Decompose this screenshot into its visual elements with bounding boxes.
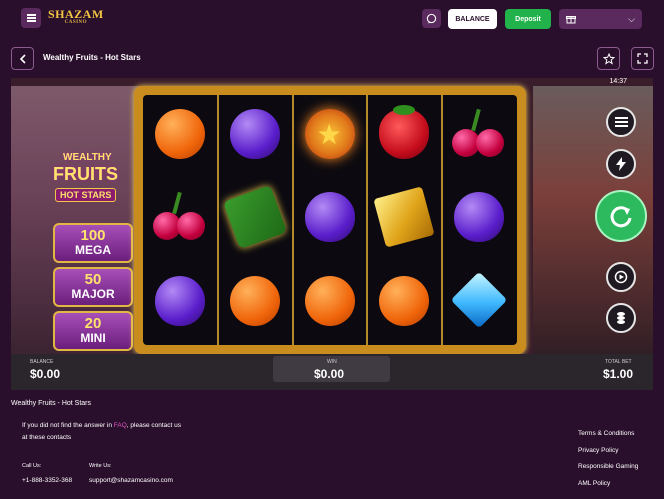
reel-cell [143,262,217,345]
logo-text: SHAZAM [48,7,104,21]
lightning-icon [616,157,626,171]
jackpot-name: MEGA [75,243,111,257]
faq-text-before: If you did not find the answer in [22,422,114,429]
orange-symbol [304,275,355,326]
coins-icon [617,312,625,324]
logo-line-2: FRUITS [53,164,118,184]
faq-note: If you did not find the answer in FAQ, p… [22,420,182,444]
autoplay-button[interactable] [606,262,636,292]
footer-links: Terms & Conditions Privacy Policy Respon… [578,430,638,497]
hamburger-icon [26,17,36,19]
top-bar: SHAZAM CASINO BALANCE Deposit ⌵ [0,0,664,38]
gold-symbol [373,186,436,248]
jackpot-amount: 20 [84,315,102,332]
reel-cell [442,262,516,345]
cherry-symbol [153,192,205,242]
phone-link[interactable]: +1-888-3352-368 [22,477,72,484]
strawberry-symbol [379,105,430,159]
reel-cell [143,95,217,178]
write-us-label: Write Us: [89,463,112,469]
game-frame[interactable]: 14:37 WEALTHY FRUITS HOT STARS 100 MEGA … [11,78,653,390]
total-bet-label: TOTAL BET [605,359,632,365]
star-icon [602,52,615,65]
autoplay-icon [614,270,628,284]
orange-symbol [155,109,205,159]
win-value: $0.00 [314,367,345,381]
plum-symbol [155,275,205,326]
chat-button[interactable] [422,9,441,28]
reel-cell [218,95,292,178]
plum-symbol [454,192,505,243]
balance-button[interactable]: BALANCE [448,9,497,29]
reel-cell [442,178,516,261]
total-bet-value: $1.00 [603,367,634,381]
chat-icon [426,13,437,24]
menu-button[interactable] [21,8,41,28]
jackpot-mega: 100 MEGA [53,223,133,263]
reel-cell [218,262,292,345]
fullscreen-button[interactable] [631,47,654,70]
back-button[interactable] [11,47,34,70]
cherry-symbol [452,108,505,159]
reel-frame: ★ [134,86,526,354]
logo-line-3: HOT STARS [55,188,117,202]
hamburger-icon [614,121,628,123]
orange-symbol [379,275,430,326]
reel-cell [442,95,516,178]
chevron-left-icon [19,53,26,64]
win-label: WIN [327,359,337,365]
balance-label: BALANCE [30,359,54,365]
aml-link[interactable]: AML Policy [578,480,638,497]
reel-cell: ★ [293,95,367,178]
reel-cell [218,178,292,261]
terms-link[interactable]: Terms & Conditions [578,430,638,447]
reel-cell [293,262,367,345]
deposit-button[interactable]: Deposit [505,9,551,29]
reel-cell [367,262,441,345]
turbo-button[interactable] [606,149,636,179]
reel-cell [367,178,441,261]
jackpot-amount: 50 [84,271,102,288]
faq-link[interactable]: FAQ [114,422,127,429]
balance-value: $0.00 [30,367,61,381]
game-info-bar: BALANCE $0.00 WIN $0.00 TOTAL BET $1.00 [11,354,653,390]
reel-cell [367,95,441,178]
game-clock: 14:37 [609,78,627,85]
jackpot-amount: 100 [80,227,106,244]
bet-button[interactable] [606,303,636,333]
game-header: Wealthy Fruits - Hot Stars [0,43,664,73]
privacy-link[interactable]: Privacy Policy [578,447,638,464]
casino-logo[interactable]: SHAZAM CASINO [48,7,104,25]
jackpot-mini: 20 MINI [53,311,133,351]
diamond-symbol [450,271,508,328]
win-box: WIN $0.00 [273,356,390,382]
email-link[interactable]: support@shazamcasino.com [89,477,173,484]
account-dropdown[interactable]: ⌵ [559,9,642,29]
reel-cell [143,178,217,261]
chevron-down-icon: ⌵ [628,14,635,24]
game-logo: WEALTHY FRUITS HOT STARS [51,140,131,210]
spin-arrow-icon [610,206,632,228]
game-menu-button[interactable] [606,107,636,137]
call-us-label: Call Us: [22,463,42,469]
reel-cell [293,178,367,261]
spin-button[interactable] [595,190,647,242]
logo-line-1: WEALTHY [63,152,112,163]
money-symbol [222,185,287,250]
jackpot-name: MAJOR [71,287,115,301]
jackpot-major: 50 MAJOR [53,267,133,307]
orange-symbol [229,275,280,326]
footer-game-title: Wealthy Fruits - Hot Stars [11,400,92,407]
plum-symbol [229,109,280,159]
favorite-button[interactable] [597,47,620,70]
gift-icon [566,16,576,24]
plum-symbol [304,192,355,243]
star-symbol: ★ [304,109,355,159]
fullscreen-icon [637,53,648,64]
jackpot-name: MINI [80,331,106,345]
reel-grid: ★ [143,95,517,345]
game-title: Wealthy Fruits - Hot Stars [43,53,141,62]
responsible-gaming-link[interactable]: Responsible Gaming [578,463,638,480]
